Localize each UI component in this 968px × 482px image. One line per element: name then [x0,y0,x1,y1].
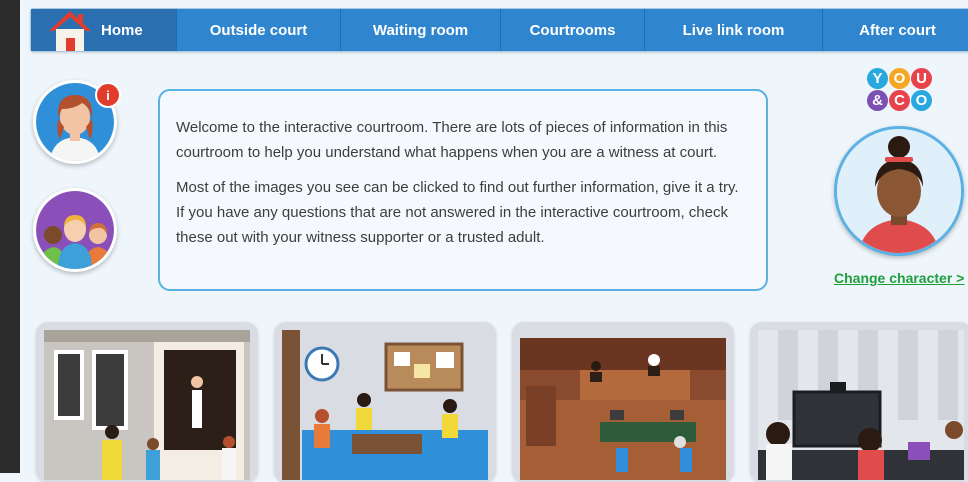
group-avatar[interactable] [33,188,117,272]
welcome-paragraph-1: Welcome to the interactive courtroom. Th… [176,119,728,161]
nav-outside-court-label: Outside court [209,21,308,39]
nav-courtrooms[interactable]: Courtrooms [501,9,645,51]
nav-after-court-label: After court [859,21,936,39]
change-character-link[interactable]: Change character > [834,270,964,286]
outside-court-illustration [44,330,250,480]
nav-home[interactable]: Home [31,9,177,51]
character-avatar[interactable] [834,126,964,256]
nav-live-link-room[interactable]: Live link room [645,9,823,51]
logo-letter-amp: & [867,90,888,111]
card-courtrooms[interactable] [512,322,734,482]
welcome-message-box: Welcome to the interactive courtroom. Th… [158,89,768,291]
logo-letter-o2: O [911,90,932,111]
welcome-paragraph-2: Most of the images you see can be clicke… [176,179,739,246]
info-badge-icon[interactable]: i [95,82,121,108]
waiting-room-illustration [282,330,488,480]
nav-outside-court[interactable]: Outside court [177,9,341,51]
info-badge-text: i [106,87,110,103]
card-outside-court[interactable] [36,322,258,482]
left-edge-strip [0,0,20,473]
logo-letter-u: U [911,68,932,89]
nav-waiting-room[interactable]: Waiting room [341,9,501,51]
card-live-link-room[interactable] [750,322,968,482]
nav-home-label: Home [101,21,143,39]
live-link-room-illustration [758,330,964,480]
main-nav: Home Outside court Waiting room Courtroo… [30,8,968,52]
you-and-co-logo: Y O U & C O [867,68,935,116]
house-icon [45,9,95,51]
nav-after-court[interactable]: After court [823,9,968,51]
card-waiting-room[interactable] [274,322,496,482]
nav-courtrooms-label: Courtrooms [529,21,616,39]
nav-live-link-room-label: Live link room [682,21,785,39]
nav-waiting-room-label: Waiting room [372,21,469,39]
courtroom-illustration [520,330,726,480]
logo-letter-o: O [889,68,910,89]
logo-letter-c: C [889,90,910,111]
logo-letter-y: Y [867,68,888,89]
